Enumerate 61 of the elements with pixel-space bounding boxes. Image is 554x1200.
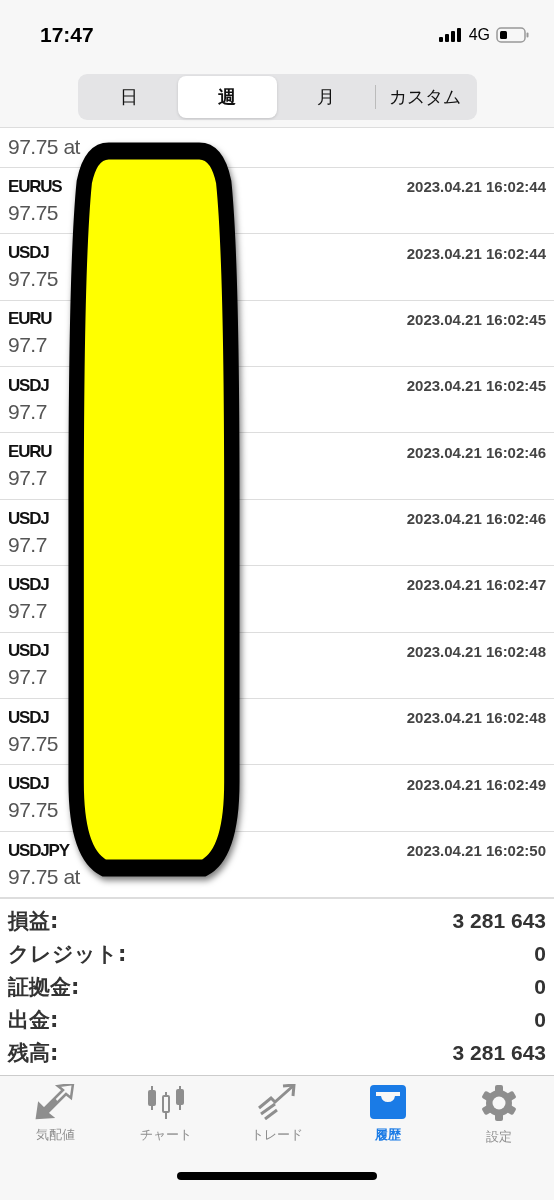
tab-bar-item[interactable]: 気配値 <box>10 1084 101 1147</box>
summary-label: 証拠金: <box>8 974 80 1002</box>
summary-value: 3 281 643 <box>452 909 546 934</box>
timestamp: 2023.04.21 16:02:45 <box>406 310 546 328</box>
trade-detail: 97.7 <box>8 466 48 491</box>
symbol-label: USDJ <box>8 508 49 529</box>
summary-value: 3 281 643 <box>452 1041 546 1066</box>
trade-detail: 97.75 <box>8 731 60 756</box>
inbox-icon <box>367 1084 408 1121</box>
trade-detail: 97.75 <box>8 798 60 823</box>
double-arrow-icon <box>35 1084 76 1121</box>
timestamp: 2023.04.21 16:02:46 <box>406 443 546 461</box>
tab-bar-item[interactable]: 設定 <box>453 1084 544 1147</box>
network-label: 4G <box>468 25 490 44</box>
candlestick-icon <box>146 1084 187 1121</box>
trade-detail: 97.7 <box>8 665 48 690</box>
symbol-label: USDJ <box>8 641 49 662</box>
trade-detail: 97.75 <box>8 267 60 291</box>
tab-bar-item[interactable]: 履歴 <box>342 1084 433 1147</box>
summary-label: 出金: <box>8 1007 59 1035</box>
summary-label: クレジット: <box>8 941 127 969</box>
symbol-label: USDJ <box>8 707 49 728</box>
summary-value: 0 <box>534 975 546 1000</box>
period-tab[interactable]: カスタム <box>376 75 475 118</box>
trade-detail: 97.7 <box>8 399 48 424</box>
timestamp: 2023.04.21 16:02:44 <box>406 244 546 262</box>
timestamp: 2023.04.21 16:02:45 <box>406 377 546 395</box>
period-tab[interactable]: 週 <box>178 75 277 118</box>
tab-bar-item[interactable]: トレード <box>232 1084 322 1147</box>
tab-bar-item[interactable]: チャート <box>121 1084 212 1147</box>
trade-detail: 97.7 <box>8 598 48 623</box>
symbol-label: USDJPY <box>8 840 69 861</box>
symbol-label: USDJ <box>8 375 49 396</box>
symbol-label: USDJ <box>8 574 49 595</box>
period-tab[interactable]: 月 <box>276 75 375 118</box>
battery-icon <box>496 26 530 43</box>
trade-detail: 97.7 <box>8 333 48 358</box>
timestamp: 2023.04.21 16:02:49 <box>406 775 546 793</box>
summary-value: 0 <box>534 1008 546 1033</box>
timestamp: 2023.04.21 16:02:48 <box>406 709 546 727</box>
symbol-label: USDJ <box>8 774 49 795</box>
status-time: 17:47 <box>40 22 94 47</box>
summary-label: 損益: <box>8 908 59 936</box>
trade-detail: 97.75 <box>8 200 60 225</box>
signal-icon <box>438 27 463 42</box>
timestamp: 2023.04.21 16:02:46 <box>406 510 546 528</box>
summary-value: 0 <box>534 942 546 967</box>
symbol-label: EURU <box>8 442 52 463</box>
timestamp: 2023.04.21 16:02:50 <box>406 842 546 859</box>
symbol-label: EURUS <box>8 176 62 197</box>
symbol-label: EURU <box>8 309 52 330</box>
trade-detail: 97.75 at <box>8 135 81 160</box>
timestamp: 2023.04.21 16:02:48 <box>406 642 546 660</box>
trend-arrow-icon <box>257 1084 297 1121</box>
summary-label: 残高: <box>8 1040 59 1068</box>
timestamp: 2023.04.21 16:02:47 <box>406 576 546 594</box>
period-tab[interactable]: 日 <box>79 75 178 118</box>
trade-detail: 97.75 at <box>8 864 81 889</box>
timestamp: 2023.04.21 16:02:44 <box>406 178 546 196</box>
trade-detail: 97.7 <box>8 532 48 557</box>
symbol-label: USDJ <box>8 243 49 263</box>
